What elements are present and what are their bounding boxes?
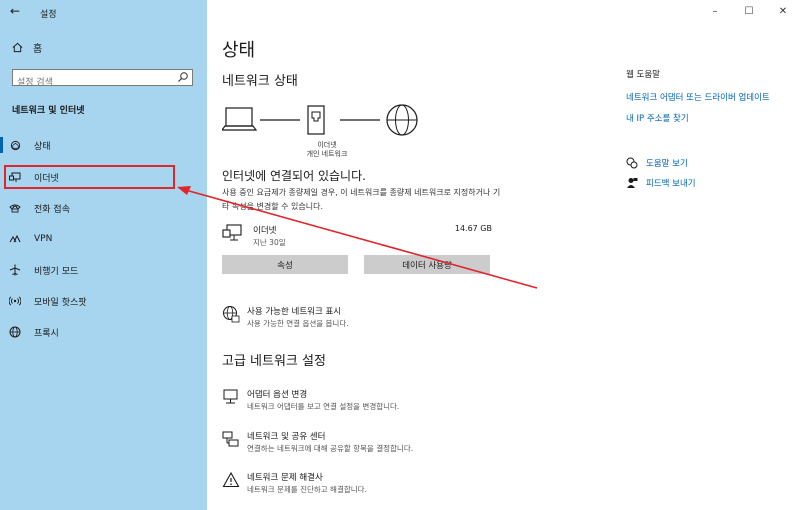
home-icon [12, 42, 23, 53]
sidebar-item-label: 프록시 [34, 328, 59, 339]
adapter-monitor-icon [223, 389, 238, 404]
sidebar-home[interactable]: 홈 [12, 40, 42, 55]
item-subtitle: 연결하는 네트워크에 대해 공유할 항목을 결정합니다. [247, 444, 414, 453]
home-globe-icon [6, 140, 24, 151]
sidebar-item-label: 상태 [34, 141, 51, 152]
item-subtitle: 네트워크 문제를 진단하고 해결합니다. [247, 485, 367, 494]
item-title: 어댑터 옵션 변경 [247, 390, 308, 400]
ethernet-name: 이더넷 [253, 226, 277, 236]
vpn-icon [6, 234, 24, 244]
app-title: 설정 [40, 10, 57, 20]
item-subtitle: 네트워크 어댑터를 보고 연결 설정을 변경합니다. [247, 402, 400, 411]
window-controls: – ☐ ✕ [698, 0, 800, 22]
ethernet-usage-row: 이더넷 지난 30일 14.67 GB [222, 222, 492, 248]
dialup-phone-icon [6, 203, 24, 213]
show-available-networks[interactable]: 사용 가능한 네트워크 표시 사용 가능한 연결 옵션을 봅니다. [222, 305, 522, 335]
data-usage-button[interactable]: 데이터 사용량 [364, 255, 490, 274]
active-indicator [0, 137, 3, 153]
network-diagram [222, 104, 418, 136]
item-subtitle: 사용 가능한 연결 옵션을 봅니다. [247, 319, 349, 328]
minimize-button[interactable]: – [698, 0, 732, 22]
sharing-network-icon [222, 431, 239, 447]
usage-amount: 14.67 GB [454, 224, 492, 233]
back-icon[interactable]: ← [10, 4, 20, 18]
connection-status: 인터넷에 연결되어 있습니다. [222, 169, 366, 183]
get-help-label: 도움말 보기 [646, 159, 688, 169]
warning-icon [222, 471, 240, 488]
update-adapter-link[interactable]: 네트워크 어댑터 또는 드라이버 업데이트 [626, 92, 796, 105]
find-ip-link[interactable]: 내 IP 주소를 찾기 [626, 113, 796, 126]
usage-period: 지난 30일 [253, 238, 286, 247]
page-title: 상태 [222, 40, 256, 61]
send-feedback-label: 피드백 보내기 [646, 179, 696, 189]
sidebar-item-hotspot[interactable]: 모바일 핫스팟 [6, 290, 196, 312]
airplane-icon [6, 264, 24, 276]
send-feedback-link[interactable]: 피드백 보내기 [626, 177, 796, 189]
sidebar-section-heading: 네트워크 및 인터넷 [12, 106, 85, 116]
sidebar-item-vpn[interactable]: VPN [6, 228, 196, 250]
troubleshooter-item[interactable]: 네트워크 문제 해결사 네트워크 문제를 진단하고 해결합니다. [222, 471, 522, 501]
sidebar-home-label: 홈 [33, 44, 43, 55]
sidebar-item-airplane[interactable]: 비행기 모드 [6, 259, 196, 281]
internet-globe-icon [386, 104, 418, 136]
globe-icon [6, 326, 24, 338]
globe-network-icon [223, 306, 240, 323]
maximize-button[interactable]: ☐ [732, 0, 766, 22]
laptop-icon [222, 107, 258, 131]
help-panel: 웹 도움말 네트워크 어댑터 또는 드라이버 업데이트 내 IP 주소를 찾기 … [626, 68, 796, 189]
sharing-center-item[interactable]: 네트워크 및 공유 센터 연결하는 네트워크에 대해 공유할 항목을 결정합니다… [222, 430, 522, 460]
get-help-link[interactable]: 도움말 보기 [626, 157, 796, 169]
sidebar-item-label: VPN [34, 234, 53, 244]
ethernet-monitor-icon [222, 224, 242, 241]
feedback-person-icon [627, 178, 638, 188]
main-content: – ☐ ✕ 상태 네트워크 상태 이더넷 개인 네트워크 인터넷에 연결되어 있… [207, 0, 800, 510]
connection-description: 사용 중인 요금제가 종량제일 경우, 이 네트워크를 종량제 네트워크로 지정… [222, 188, 501, 211]
search-icon[interactable] [177, 71, 189, 83]
item-title: 사용 가능한 네트워크 표시 [247, 307, 342, 317]
adapter-options-item[interactable]: 어댑터 옵션 변경 네트워크 어댑터를 보고 연결 설정을 변경합니다. [222, 388, 522, 418]
network-status-title: 네트워크 상태 [222, 74, 298, 89]
help-panel-heading: 웹 도움말 [626, 70, 660, 80]
help-chat-icon [626, 157, 638, 169]
hotspot-icon [6, 295, 24, 307]
close-button[interactable]: ✕ [766, 0, 800, 22]
item-title: 네트워크 문제 해결사 [247, 473, 323, 483]
sidebar: ← 설정 홈 네트워크 및 인터넷 상태 이더넷 전화 접속 [0, 0, 207, 510]
sidebar-item-label: 비행기 모드 [34, 266, 79, 277]
sidebar-item-dialup[interactable]: 전화 접속 [6, 197, 196, 219]
annotation-highlight-box [4, 165, 175, 189]
sidebar-item-label: 전화 접속 [34, 204, 70, 215]
item-title: 네트워크 및 공유 센터 [247, 432, 326, 442]
advanced-settings-title: 고급 네트워크 설정 [222, 354, 326, 369]
search-box[interactable] [12, 69, 193, 91]
search-input[interactable] [13, 75, 171, 91]
properties-button[interactable]: 속성 [222, 255, 348, 274]
network-type-label: 개인 네트워크 [306, 150, 348, 158]
sidebar-item-proxy[interactable]: 프록시 [6, 321, 196, 343]
ethernet-port-icon [307, 105, 325, 135]
sidebar-item-status[interactable]: 상태 [6, 134, 196, 156]
sidebar-item-label: 모바일 핫스팟 [34, 297, 87, 308]
